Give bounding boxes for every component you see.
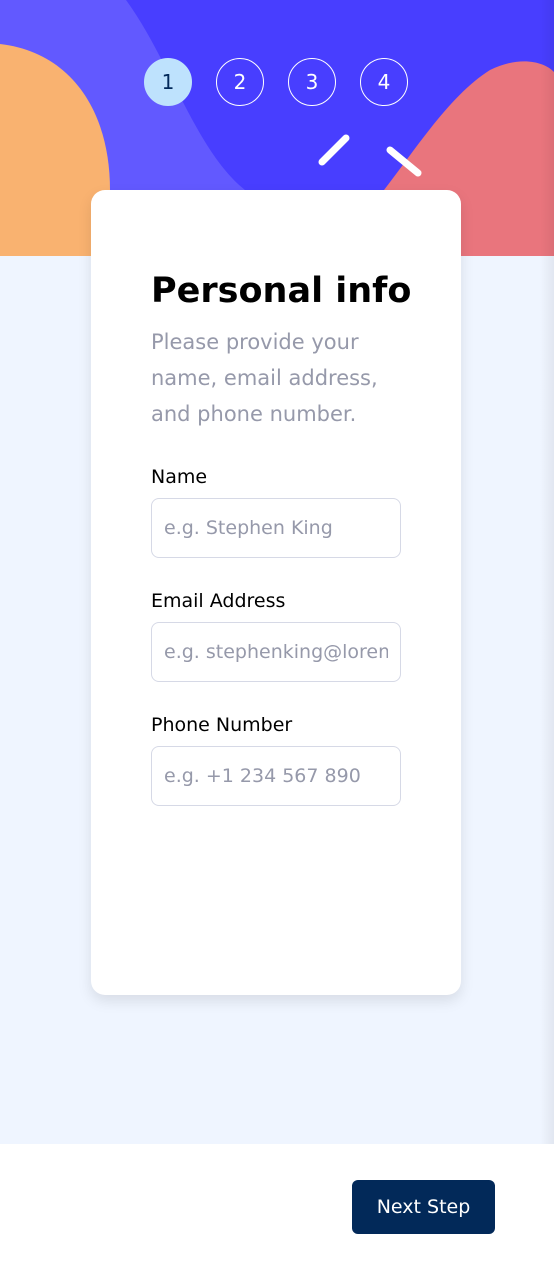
- name-input[interactable]: [151, 498, 401, 558]
- email-input[interactable]: [151, 622, 401, 682]
- step-3[interactable]: 3: [288, 58, 336, 106]
- footer-bar: Next Step: [0, 1144, 554, 1264]
- right-edge-shadow: [540, 0, 554, 1264]
- form-card: Personal info Please provide your name, …: [91, 190, 461, 995]
- email-field-group: Email Address: [151, 590, 401, 682]
- page: 1 2 3 4 Personal info Please provide you…: [0, 0, 554, 1264]
- name-field-group: Name: [151, 466, 401, 558]
- phone-field-group: Phone Number: [151, 714, 401, 806]
- email-label: Email Address: [151, 590, 286, 612]
- page-title: Personal info: [151, 271, 412, 311]
- step-indicator: 1 2 3 4: [144, 58, 408, 106]
- next-step-button[interactable]: Next Step: [352, 1180, 495, 1234]
- phone-label: Phone Number: [151, 714, 293, 736]
- page-description: Please provide your name, email address,…: [151, 330, 378, 426]
- phone-input[interactable]: [151, 746, 401, 806]
- name-label: Name: [151, 466, 208, 488]
- step-4[interactable]: 4: [360, 58, 408, 106]
- step-2[interactable]: 2: [216, 58, 264, 106]
- step-1[interactable]: 1: [144, 58, 192, 106]
